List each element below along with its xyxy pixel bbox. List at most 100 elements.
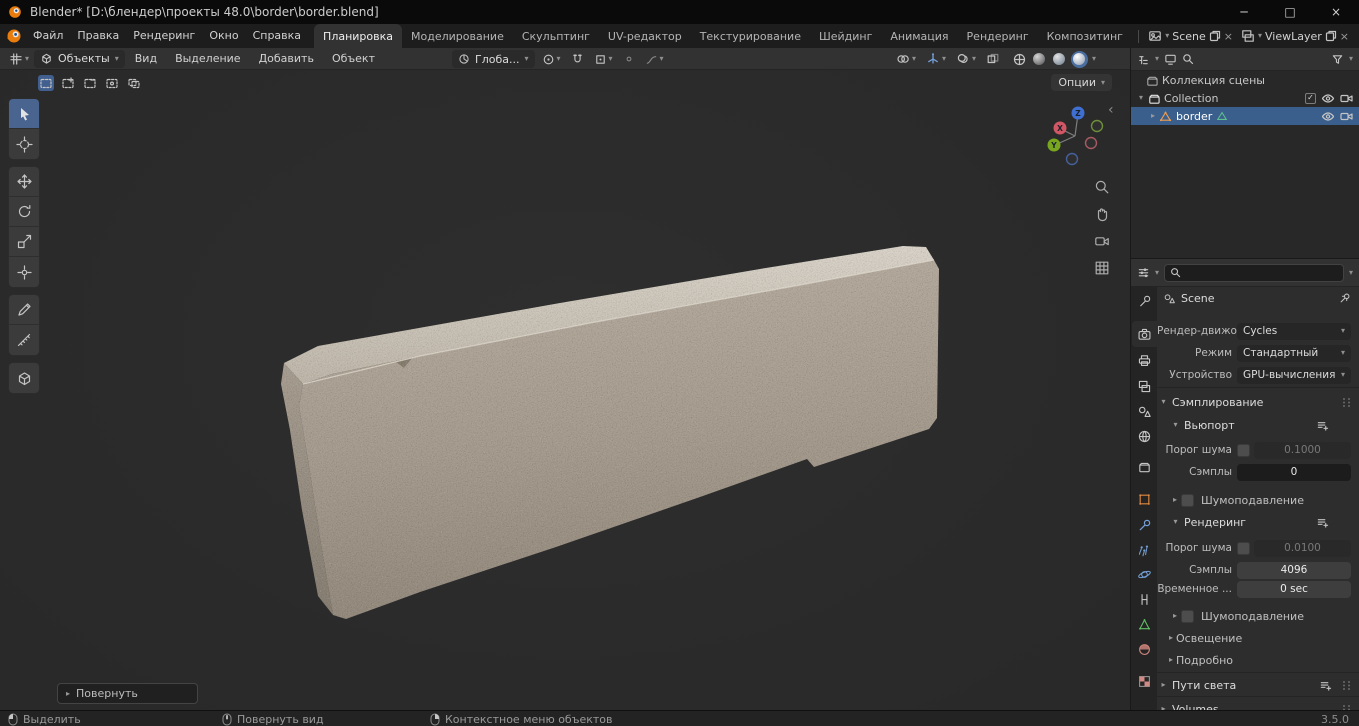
xray-toggle[interactable]	[983, 50, 1003, 68]
menu-select[interactable]: Выделение	[167, 50, 249, 67]
collection-row[interactable]: ▾ Collection ✓	[1131, 89, 1359, 107]
viewport-denoise-row[interactable]: ▸ Шумоподавление	[1157, 491, 1359, 509]
menu-edit[interactable]: Правка	[70, 27, 126, 45]
light-paths-title[interactable]: Пути света	[1172, 679, 1236, 692]
tab-material[interactable]	[1132, 636, 1157, 662]
render-subsection-title[interactable]: Рендеринг	[1184, 516, 1246, 529]
device-dropdown[interactable]: GPU-вычисления ▾	[1237, 367, 1351, 384]
workspace-tab-modeling[interactable]: Моделирование	[402, 24, 513, 48]
tool-3d-cursor[interactable]	[9, 129, 39, 159]
tab-scene[interactable]	[1132, 398, 1157, 424]
pin-icon[interactable]	[1339, 292, 1351, 304]
samples-field[interactable]: 4096	[1237, 562, 1351, 579]
shading-material-button[interactable]	[1051, 51, 1068, 68]
disclosure-closed-icon[interactable]: ▸	[1151, 112, 1155, 120]
camera-view-icon[interactable]	[1093, 232, 1111, 250]
feature-set-dropdown[interactable]: Стандартный ▾	[1237, 345, 1351, 362]
tool-scale[interactable]	[9, 227, 39, 257]
noise-threshold-field[interactable]: 0.0100	[1254, 540, 1351, 557]
unlink-scene-icon[interactable]: ×	[1224, 30, 1233, 43]
noise-threshold-checkbox[interactable]	[1237, 444, 1250, 457]
stone-border-object[interactable]	[0, 70, 1130, 710]
workspace-tab-compositing[interactable]: Композитинг	[1038, 24, 1132, 48]
panel-closed-icon[interactable]: ▸	[1157, 681, 1170, 689]
select-mode-subtract-button[interactable]	[82, 75, 98, 91]
denoise-checkbox[interactable]	[1181, 494, 1194, 507]
hide-eye-icon[interactable]	[1321, 111, 1335, 122]
ortho-grid-icon[interactable]	[1093, 259, 1111, 277]
panel-closed-icon[interactable]: ▸	[1169, 656, 1173, 664]
axis-x-negative-icon[interactable]	[1086, 138, 1097, 149]
workspace-tab-layout[interactable]: Планировка	[314, 24, 402, 48]
title-bar[interactable]: Blender* [D:\блендер\проекты 48.0\border…	[0, 0, 1359, 24]
properties-options-dropdown[interactable]: ▾	[1349, 269, 1353, 277]
viewlayer-selector[interactable]: ▾ ViewLayer ×	[1237, 29, 1353, 43]
panel-closed-icon[interactable]: ▸	[1169, 634, 1173, 642]
menu-window[interactable]: Окно	[202, 27, 245, 45]
menu-render[interactable]: Рендеринг	[126, 27, 202, 45]
tool-add-cube[interactable]	[9, 363, 39, 393]
proportional-edit-toggle[interactable]	[620, 50, 638, 68]
proportional-falloff-dropdown[interactable]: ▾	[642, 50, 667, 68]
viewport-subsection-header[interactable]: ▾ Вьюпорт	[1157, 416, 1359, 434]
panel-grip-icon[interactable]	[1340, 397, 1353, 408]
tool-transform[interactable]	[9, 257, 39, 287]
denoise-checkbox[interactable]	[1181, 610, 1194, 623]
gizmos-toggle[interactable]: ▾	[923, 50, 949, 68]
select-mode-invert-button[interactable]	[104, 75, 120, 91]
tool-move[interactable]	[9, 167, 39, 197]
zoom-icon[interactable]	[1093, 178, 1111, 196]
render-subsection-header[interactable]: ▾ Рендеринг	[1157, 513, 1359, 531]
scene-name[interactable]: Scene	[1172, 30, 1206, 43]
sampling-title[interactable]: Сэмплирование	[1172, 396, 1263, 409]
tab-output[interactable]	[1132, 347, 1157, 373]
shading-solid-button[interactable]	[1031, 51, 1048, 68]
preset-icon[interactable]	[1316, 516, 1329, 529]
tab-texture[interactable]	[1132, 668, 1157, 694]
menu-file[interactable]: Файл	[26, 27, 70, 45]
shading-rendered-button[interactable]	[1071, 51, 1088, 68]
breadcrumb-scene[interactable]: Scene	[1181, 292, 1215, 305]
select-mode-intersect-button[interactable]	[126, 75, 142, 91]
light-paths-section-header[interactable]: ▸ Пути света	[1157, 676, 1359, 694]
collection-label[interactable]: Collection	[1164, 92, 1218, 105]
panel-closed-icon[interactable]: ▸	[1173, 496, 1177, 504]
sampling-section-header[interactable]: ▾ Сэмплирование	[1157, 393, 1359, 411]
advanced-row[interactable]: ▸ Подробно	[1157, 651, 1359, 669]
object-label[interactable]: border	[1176, 110, 1212, 123]
tool-annotate[interactable]	[9, 295, 39, 325]
shading-dropdown[interactable]: ▾	[1092, 55, 1096, 63]
axis-z-negative-icon[interactable]	[1067, 154, 1078, 165]
noise-threshold-checkbox[interactable]	[1237, 542, 1250, 555]
tab-tool[interactable]	[1132, 288, 1157, 314]
workspace-tab-shading[interactable]: Шейдинг	[810, 24, 881, 48]
panel-closed-icon[interactable]: ▸	[1173, 612, 1177, 620]
options-dropdown[interactable]: Опции ▾	[1051, 74, 1112, 91]
tool-select-box[interactable]	[9, 99, 39, 129]
outliner-editor-type-button[interactable]	[1137, 53, 1150, 66]
blender-app-menu-icon[interactable]	[6, 28, 22, 44]
axis-y-negative-icon[interactable]	[1092, 121, 1103, 132]
menu-add[interactable]: Добавить	[251, 50, 322, 67]
workspace-tab-animation[interactable]: Анимация	[881, 24, 957, 48]
shading-wireframe-button[interactable]	[1011, 51, 1028, 68]
visibility-dropdown[interactable]: ▾	[893, 50, 919, 68]
pan-hand-icon[interactable]	[1093, 205, 1111, 223]
snap-toggle[interactable]	[568, 50, 587, 68]
overlays-toggle[interactable]: ▾	[953, 50, 979, 68]
mode-dropdown[interactable]: Объекты ▾	[34, 50, 125, 68]
menu-view[interactable]: Вид	[127, 50, 165, 67]
viewlayer-icon[interactable]	[1241, 29, 1255, 43]
workspace-tab-uv[interactable]: UV-редактор	[599, 24, 691, 48]
disable-render-icon[interactable]	[1340, 93, 1353, 104]
properties-editor-type-button[interactable]	[1137, 266, 1150, 279]
scene-browse-icon[interactable]	[1148, 29, 1162, 43]
navigation-gizmo[interactable]: Z X Y	[1043, 103, 1107, 167]
time-limit-field[interactable]: 0 sec	[1237, 581, 1351, 598]
tab-modifiers[interactable]	[1132, 512, 1157, 538]
workspace-tab-texture-paint[interactable]: Текстурирование	[691, 24, 810, 48]
lights-row[interactable]: ▸ Освещение	[1157, 629, 1359, 647]
panel-grip-icon[interactable]	[1340, 680, 1353, 691]
new-viewlayer-icon[interactable]	[1325, 30, 1337, 42]
editor-type-button[interactable]: ▾	[6, 50, 32, 68]
